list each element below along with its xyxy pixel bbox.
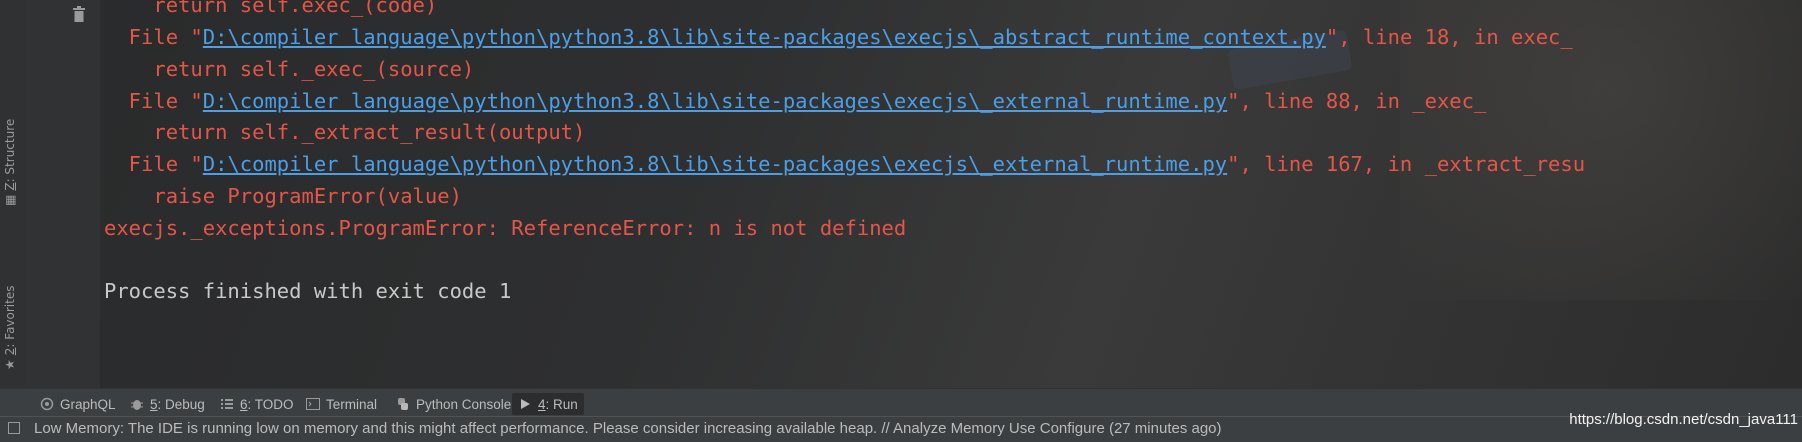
traceback-location: ", line 88, in _exec_ xyxy=(1227,89,1487,113)
traceback-location: ", line 167, in _extract_resu xyxy=(1227,152,1586,176)
bug-icon xyxy=(131,400,143,410)
traceback-file-prefix: File " xyxy=(104,25,203,49)
console-line: File "D:\compiler language\python\python… xyxy=(104,89,1487,113)
trash-icon[interactable] xyxy=(72,6,86,22)
console-line: Process finished with exit code 1 xyxy=(104,279,512,303)
tab-terminal-label: Terminal xyxy=(326,396,378,412)
favorites-tab-key: 2 xyxy=(3,347,17,356)
tab-python-console-label: Python Console xyxy=(416,396,512,412)
traceback-file-link[interactable]: D:\compiler language\python\python3.8\li… xyxy=(203,152,1227,176)
tab-graphql-label: GraphQL xyxy=(60,396,116,412)
traceback-file-prefix: File " xyxy=(104,152,203,176)
tab-debug[interactable]: 5: Debug xyxy=(124,393,211,415)
status-bar: Low Memory: The IDE is running low on me… xyxy=(0,411,1802,442)
favorites-tool-tab[interactable]: ★ 2: Favorites xyxy=(3,286,17,370)
tab-run-key: 4 xyxy=(538,396,546,412)
terminal-icon xyxy=(306,398,320,410)
console-line: File "D:\compiler language\python\python… xyxy=(104,152,1585,176)
console-line: return self.exec_(code) xyxy=(104,0,438,17)
structure-icon: ▦ xyxy=(3,194,17,206)
tool-window-bar: GraphQL 5: Debug 6: TODO Terminal Python… xyxy=(0,388,1802,417)
traceback-file-link[interactable]: D:\compiler language\python\python3.8\li… xyxy=(203,25,1326,49)
status-window-icon[interactable] xyxy=(8,422,20,434)
watermark: https://blog.csdn.net/csdn_java111 xyxy=(1569,411,1798,428)
tab-debug-label: : Debug xyxy=(157,396,205,412)
tab-run-label: : Run xyxy=(545,396,578,412)
traceback-file-prefix: File " xyxy=(104,89,203,113)
structure-tab-label: : Structure xyxy=(3,118,17,183)
console-line: File "D:\compiler language\python\python… xyxy=(104,25,1573,49)
tab-run[interactable]: 4: Run xyxy=(512,393,584,415)
star-icon: ★ xyxy=(3,359,17,370)
python-icon xyxy=(398,398,408,410)
console-line: raise ProgramError(value) xyxy=(104,184,462,208)
console-line: return self._exec_(source) xyxy=(104,57,475,81)
favorites-tab-label: : Favorites xyxy=(3,285,17,348)
graphql-icon xyxy=(40,397,54,411)
console-line: return self._extract_result(output) xyxy=(104,120,586,144)
run-console[interactable]: return self.exec_(code) File "D:\compile… xyxy=(100,0,1802,388)
traceback-location: ", line 18, in exec_ xyxy=(1325,25,1573,49)
structure-tool-tab[interactable]: ▦ Z: Structure xyxy=(3,119,17,206)
tab-python-console[interactable]: Python Console xyxy=(390,393,517,415)
tab-todo[interactable]: 6: TODO xyxy=(214,393,300,415)
console-gutter xyxy=(26,0,100,388)
tab-todo-label: : TODO xyxy=(247,396,294,412)
tab-todo-key: 6 xyxy=(240,396,248,412)
list-icon xyxy=(221,399,233,409)
tab-terminal[interactable]: Terminal xyxy=(300,393,383,415)
play-icon xyxy=(521,399,530,409)
tab-debug-key: 5 xyxy=(150,396,158,412)
low-memory-message[interactable]: Low Memory: The IDE is running low on me… xyxy=(34,420,1222,437)
left-tool-strip: ▦ Z: Structure ★ 2: Favorites xyxy=(0,0,27,388)
tab-graphql[interactable]: GraphQL xyxy=(34,393,122,415)
traceback-file-link[interactable]: D:\compiler language\python\python3.8\li… xyxy=(203,89,1227,113)
structure-tab-key: Z xyxy=(3,182,17,191)
console-line: execjs._exceptions.ProgramError: Referen… xyxy=(104,216,907,240)
